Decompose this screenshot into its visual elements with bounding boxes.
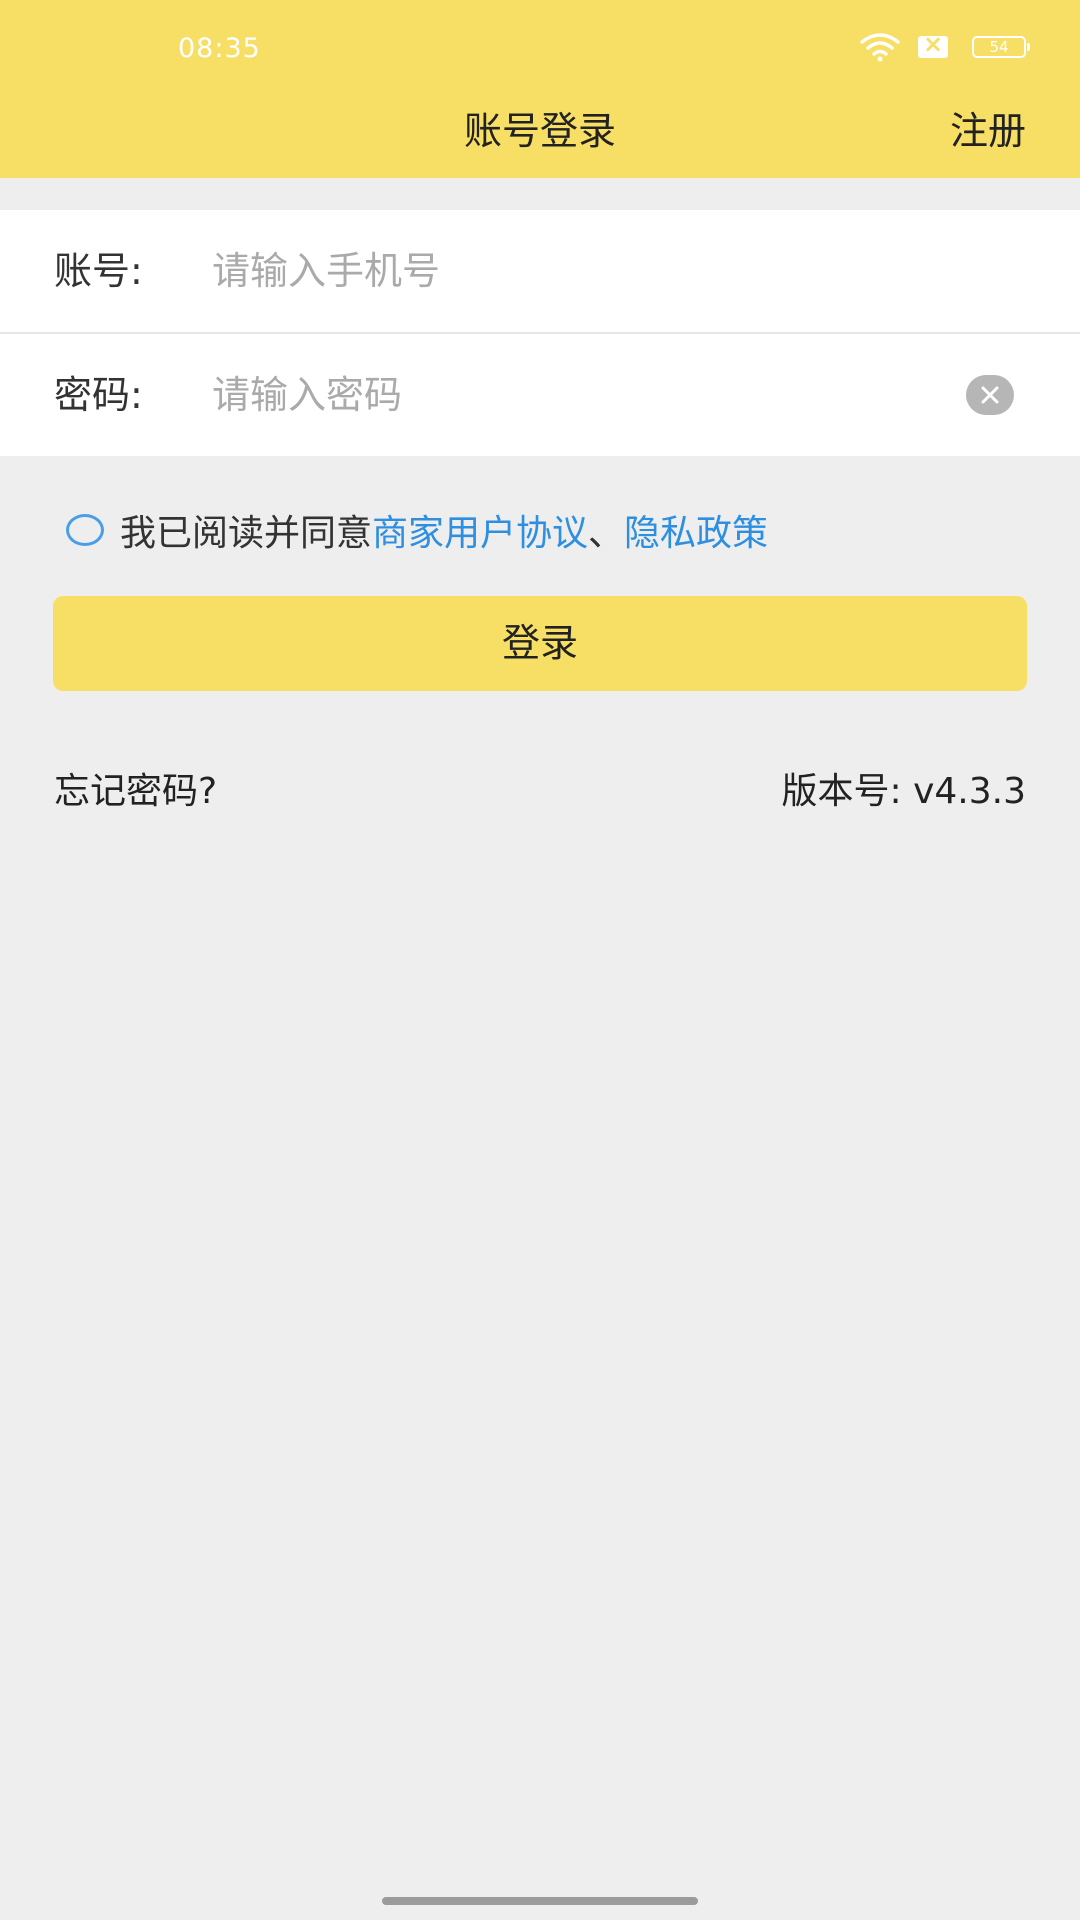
user-agreement-link[interactable]: 商家用户协议	[372, 513, 588, 554]
page-title: 账号登录	[463, 109, 616, 153]
forgot-password-link[interactable]: 忘记密码?	[54, 762, 217, 814]
checkbox-circle-icon[interactable]	[66, 514, 104, 546]
status-time: 08:35	[178, 33, 261, 64]
account-row: 账号: 请输入手机号	[0, 210, 1080, 332]
clear-icon[interactable]	[966, 375, 1014, 415]
privacy-policy-link[interactable]: 隐私政策	[624, 513, 768, 554]
battery-icon: 54	[972, 36, 1030, 58]
agreement-separator: 、	[588, 513, 625, 554]
account-input[interactable]: 请输入手机号	[212, 210, 440, 332]
password-input[interactable]: 请输入密码	[212, 334, 402, 456]
login-button[interactable]: 登录	[53, 596, 1027, 691]
login-form: 账号: 请输入手机号 密码: 请输入密码	[0, 210, 1080, 456]
version-label: 版本号: v4.3.3	[781, 771, 1026, 812]
register-button[interactable]: 注册	[950, 100, 1026, 155]
account-label: 账号:	[54, 249, 143, 293]
sim-error-icon	[918, 30, 948, 58]
agreement-row: 我已阅读并同意商家用户协议、隐私政策	[66, 504, 768, 554]
home-indicator[interactable]	[382, 1897, 698, 1905]
password-label: 密码:	[54, 373, 143, 417]
password-row: 密码: 请输入密码	[0, 332, 1080, 456]
agreement-text: 我已阅读并同意	[120, 513, 373, 554]
top-app-bar: 08:35 54 账号登录 注册	[0, 0, 1080, 178]
wifi-icon	[860, 33, 900, 62]
